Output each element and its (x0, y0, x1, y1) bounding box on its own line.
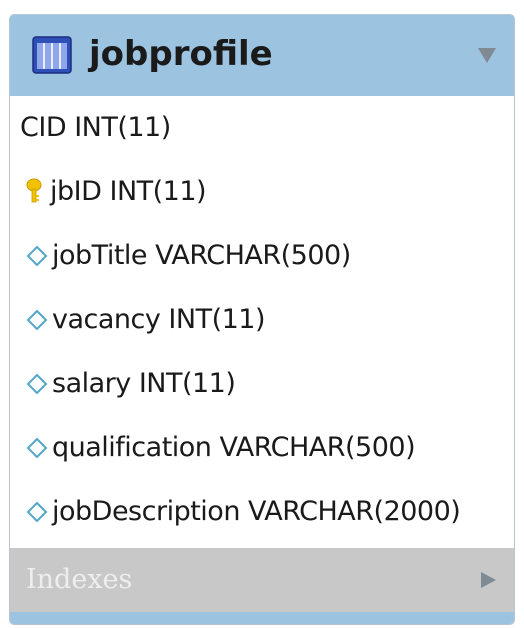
indexes-section[interactable]: Indexes (10, 548, 514, 612)
column-label: jobTitle VARCHAR(500) (52, 240, 351, 271)
indexes-label: Indexes (26, 564, 133, 595)
column-label: salary INT(11) (52, 368, 236, 399)
diamond-icon (26, 373, 48, 395)
table-header[interactable]: jobprofile (10, 15, 514, 96)
column-row[interactable]: salary INT(11) (10, 352, 514, 416)
column-row[interactable]: qualification VARCHAR(500) (10, 416, 514, 480)
triangle-down-icon[interactable] (476, 44, 498, 66)
table-name: jobprofile (89, 34, 273, 74)
diamond-icon (26, 437, 48, 459)
column-label: vacancy INT(11) (52, 304, 266, 335)
diamond-icon (26, 501, 48, 523)
column-row[interactable]: jobDescription VARCHAR(2000) (10, 480, 514, 544)
diamond-icon (26, 309, 48, 331)
diamond-icon (26, 245, 48, 267)
column-label: jbID INT(11) (50, 176, 207, 207)
column-label: qualification VARCHAR(500) (52, 432, 416, 463)
table-footer (10, 612, 514, 624)
column-row[interactable]: jobTitle VARCHAR(500) (10, 224, 514, 288)
column-row[interactable]: vacancy INT(11) (10, 288, 514, 352)
triangle-right-icon[interactable] (478, 570, 498, 590)
primary-key-icon (26, 178, 42, 203)
entity-table-jobprofile[interactable]: jobprofile CID INT(11) jbID INT(11) jobT… (9, 14, 515, 625)
table-icon (32, 36, 72, 74)
column-label: jobDescription VARCHAR(2000) (52, 496, 461, 527)
column-row[interactable]: CID INT(11) (10, 96, 514, 160)
column-label: CID INT(11) (20, 112, 171, 143)
column-row[interactable]: jbID INT(11) (10, 160, 514, 224)
